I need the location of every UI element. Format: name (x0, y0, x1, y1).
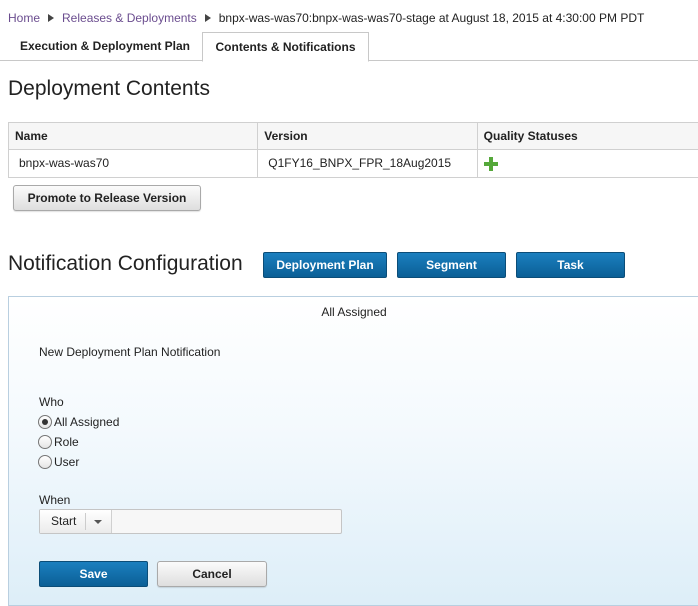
cell-name: bnpx-was-was70 (9, 150, 259, 177)
column-header-name[interactable]: Name (9, 123, 259, 149)
deployment-contents-title: Deployment Contents (8, 77, 210, 100)
radio-user[interactable] (38, 455, 52, 469)
task-button[interactable]: Task (516, 252, 625, 278)
radio-role[interactable] (38, 435, 52, 449)
segment-button[interactable]: Segment (397, 252, 506, 278)
chevron-down-icon[interactable] (94, 520, 102, 524)
cell-quality-statuses (478, 150, 698, 177)
table-header-row: Name Version Quality Statuses (9, 123, 698, 150)
tab-execution-deployment-plan[interactable]: Execution & Deployment Plan (8, 32, 202, 61)
who-option-label: User (54, 455, 80, 469)
breadcrumb-home-link[interactable]: Home (8, 11, 40, 25)
breadcrumb-arrow-icon (204, 14, 211, 22)
notification-configuration-title: Notification Configuration (8, 252, 243, 275)
table-row: bnpx-was-was70 Q1FY16_BNPX_FPR_18Aug2015 (9, 150, 698, 177)
save-button[interactable]: Save (39, 561, 148, 587)
deployment-contents-table: Name Version Quality Statuses bnpx-was-w… (8, 122, 698, 178)
when-select[interactable]: Start (40, 510, 112, 533)
deployment-plan-button[interactable]: Deployment Plan (263, 252, 387, 278)
when-select-value: Start (51, 514, 77, 528)
breadcrumb-releases-link[interactable]: Releases & Deployments (62, 11, 197, 25)
tab-contents-notifications[interactable]: Contents & Notifications (202, 32, 369, 62)
who-option-user[interactable]: User (38, 453, 79, 471)
who-option-all-assigned[interactable]: All Assigned (38, 413, 119, 431)
who-option-label: Role (54, 435, 79, 449)
new-notification-label: New Deployment Plan Notification (39, 345, 221, 359)
when-label: When (39, 493, 71, 507)
when-select-field: Start (39, 509, 342, 534)
who-option-role[interactable]: Role (38, 433, 79, 451)
radio-all-assigned[interactable] (38, 415, 52, 429)
column-header-version[interactable]: Version (258, 123, 478, 149)
cell-version: Q1FY16_BNPX_FPR_18Aug2015 (258, 150, 478, 177)
select-divider (85, 513, 86, 530)
tab-bar: Execution & Deployment Plan Contents & N… (0, 32, 698, 62)
panel-header: All Assigned (321, 305, 387, 319)
breadcrumb-current: bnpx-was-was70:bnpx-was-was70-stage at A… (218, 11, 645, 25)
who-label: Who (39, 395, 64, 409)
breadcrumb: Home Releases & Deployments bnpx-was-was… (8, 10, 644, 26)
breadcrumb-arrow-icon (48, 14, 55, 22)
who-option-label: All Assigned (54, 415, 120, 429)
add-quality-status-plus-icon[interactable] (483, 156, 498, 171)
column-header-quality-statuses[interactable]: Quality Statuses (478, 123, 698, 149)
notification-panel: All Assigned New Deployment Plan Notific… (8, 296, 698, 606)
cancel-button[interactable]: Cancel (157, 561, 267, 587)
promote-to-release-version-button[interactable]: Promote to Release Version (13, 185, 201, 211)
